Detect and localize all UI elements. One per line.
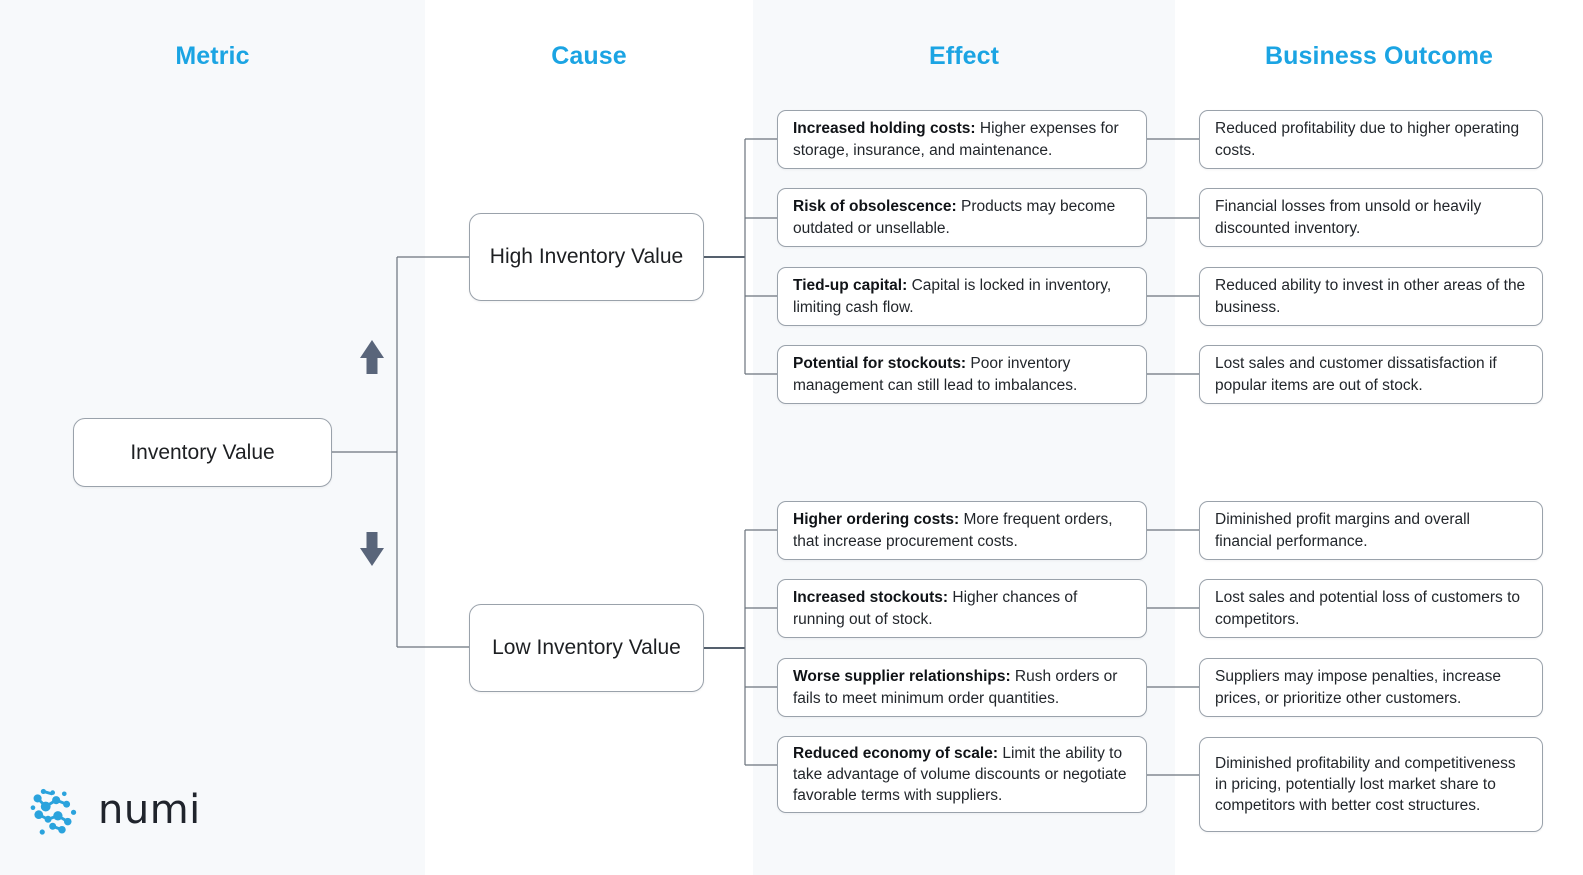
column-header-outcome: Business Outcome <box>1264 42 1494 70</box>
cause-node-label: High Inventory Value <box>489 244 684 268</box>
effect-node-text: Tied-up capital: Capital is locked in in… <box>793 277 1112 316</box>
outcome-node[interactable]: Diminished profitability and competitive… <box>1199 737 1543 832</box>
outcome-node-text: Reduced ability to invest in other areas… <box>1215 277 1526 316</box>
effect-node[interactable]: Worse supplier relationships: Rush order… <box>777 658 1147 717</box>
effect-node-lead: Increased stockouts: <box>793 589 949 607</box>
brand-wordmark: numi <box>98 787 201 833</box>
outcome-node-text: Financial losses from unsold or heavily … <box>1215 198 1482 237</box>
outcome-node[interactable]: Lost sales and potential loss of custome… <box>1199 579 1543 638</box>
effect-node-lead: Potential for stockouts: <box>793 355 967 373</box>
metric-node-inventory-value[interactable]: Inventory Value <box>73 418 332 487</box>
metric-node-label: Inventory Value <box>130 440 275 464</box>
column-header-metric: Metric <box>175 42 250 70</box>
effect-node-lead: Tied-up capital: <box>793 277 908 295</box>
effect-node-text: Higher ordering costs: More frequent ord… <box>793 511 1113 550</box>
effect-node-text: Potential for stockouts: Poor inventory … <box>793 355 1078 394</box>
effect-node-lead: Increased holding costs: <box>793 120 976 138</box>
effect-node[interactable]: Reduced economy of scale: Limit the abil… <box>777 736 1147 813</box>
column-band-cause <box>425 0 753 875</box>
effect-node-text: Worse supplier relationships: Rush order… <box>793 668 1118 707</box>
numi-network-logo-icon <box>30 788 77 835</box>
column-header-effect: Effect <box>928 42 1000 70</box>
outcome-node-text: Reduced profitability due to higher oper… <box>1215 120 1520 159</box>
effect-node[interactable]: Risk of obsolescence: Products may becom… <box>777 188 1147 247</box>
outcome-node-text: Lost sales and customer dissatisfaction … <box>1215 355 1497 394</box>
outcome-node[interactable]: Financial losses from unsold or heavily … <box>1199 188 1543 247</box>
effect-node[interactable]: Increased holding costs: Higher expenses… <box>777 110 1147 169</box>
column-header-cause: Cause <box>551 42 627 70</box>
effect-node[interactable]: Increased stockouts: Higher chances of r… <box>777 579 1147 638</box>
effect-node-lead: Higher ordering costs: <box>793 511 960 529</box>
cause-node-high-inventory-value[interactable]: High Inventory Value <box>469 213 704 301</box>
effect-node-text: Increased stockouts: Higher chances of r… <box>793 589 1078 628</box>
effect-node-text: Increased holding costs: Higher expenses… <box>793 120 1119 159</box>
outcome-node[interactable]: Reduced profitability due to higher oper… <box>1199 110 1543 169</box>
outcome-node-text: Diminished profitability and competitive… <box>1215 754 1516 815</box>
effect-node[interactable]: Tied-up capital: Capital is locked in in… <box>777 267 1147 326</box>
outcome-node[interactable]: Reduced ability to invest in other areas… <box>1199 267 1543 326</box>
effect-node[interactable]: Potential for stockouts: Poor inventory … <box>777 345 1147 404</box>
outcome-node-text: Diminished profit margins and overall fi… <box>1215 511 1471 550</box>
effect-node-lead: Reduced economy of scale: <box>793 744 999 762</box>
outcome-node[interactable]: Suppliers may impose penalties, increase… <box>1199 658 1543 717</box>
brand-logo: numi <box>26 781 201 839</box>
outcome-node[interactable]: Diminished profit margins and overall fi… <box>1199 501 1543 560</box>
cause-node-label: Low Inventory Value <box>492 635 681 659</box>
outcome-node-text: Suppliers may impose penalties, increase… <box>1215 668 1502 707</box>
effect-node-lead: Risk of obsolescence: <box>793 198 957 216</box>
effect-node-text: Risk of obsolescence: Products may becom… <box>793 198 1116 237</box>
effect-node-lead: Worse supplier relationships: <box>793 668 1011 686</box>
effect-node-text: Reduced economy of scale: Limit the abil… <box>793 744 1127 805</box>
diagram-canvas: Metric Cause Effect Business Outcome Inv… <box>0 0 1583 875</box>
effect-node[interactable]: Higher ordering costs: More frequent ord… <box>777 501 1147 560</box>
outcome-node-text: Lost sales and potential loss of custome… <box>1215 589 1520 628</box>
cause-node-low-inventory-value[interactable]: Low Inventory Value <box>469 604 704 692</box>
outcome-node[interactable]: Lost sales and customer dissatisfaction … <box>1199 345 1543 404</box>
